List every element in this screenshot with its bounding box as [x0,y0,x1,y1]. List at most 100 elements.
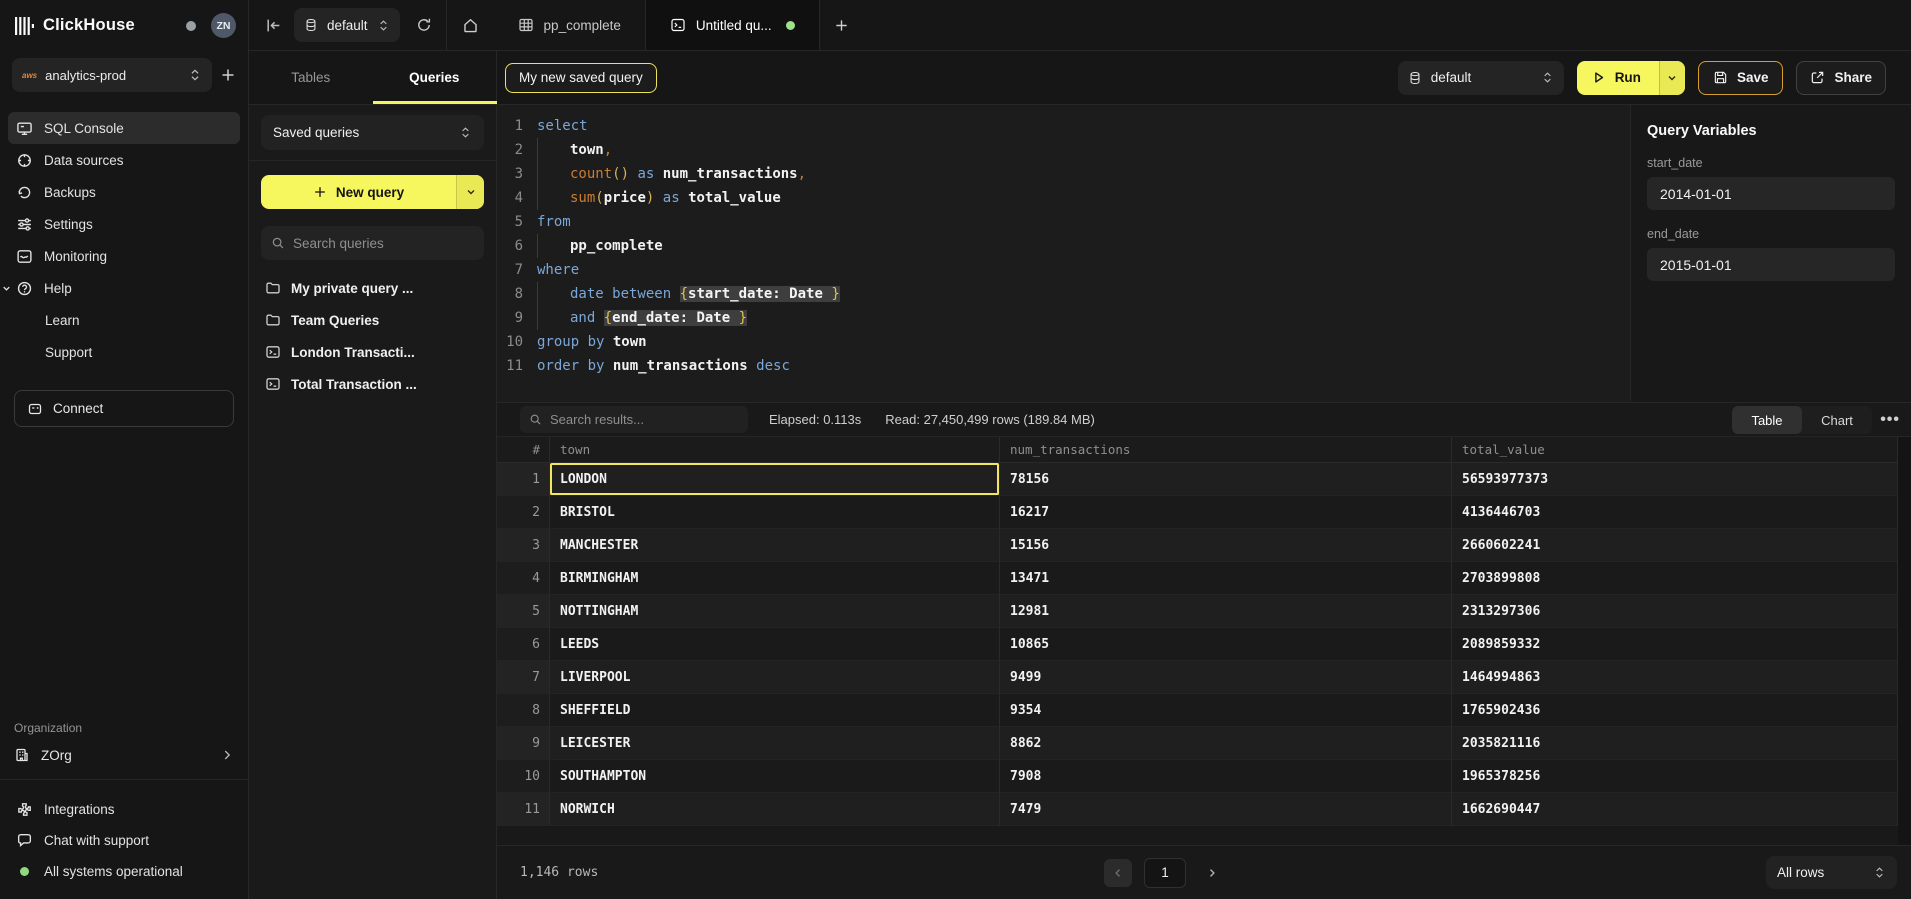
table-cell[interactable]: 56593977373 [1452,463,1898,496]
refresh-icon[interactable] [416,17,432,33]
sidebar-item-help[interactable]: Help [8,272,240,304]
sidebar-item-chat-with-support[interactable]: Chat with support [8,825,240,856]
table-cell[interactable]: 9499 [1000,661,1452,694]
page-size-selector[interactable]: All rows [1766,856,1897,889]
run-options-caret[interactable] [1659,61,1685,95]
table-cell[interactable]: 4 [497,562,550,595]
table-cell[interactable]: LEEDS [550,628,1000,661]
connect-button[interactable]: Connect [14,390,234,427]
table-cell[interactable]: SOUTHAMPTON [550,760,1000,793]
code-line: 4 sum(price) as total_value [497,186,1630,210]
table-cell[interactable]: 9 [497,727,550,760]
table-cell[interactable]: 12981 [1000,595,1452,628]
table-cell[interactable]: 11 [497,793,550,826]
sidebar-item-sql-console[interactable]: SQL Console [8,112,240,144]
organization-name: ZOrg [41,748,72,763]
table-cell[interactable]: 7479 [1000,793,1452,826]
code-line: 10 group by town [497,330,1630,354]
table-cell[interactable]: 5 [497,595,550,628]
table-cell[interactable]: 8862 [1000,727,1452,760]
tab-pp-complete[interactable]: pp_complete [494,0,645,50]
sql-editor[interactable]: 1 select 2 town, 3 count() as num_transa… [497,105,1630,402]
table-cell[interactable]: 6 [497,628,550,661]
table-cell[interactable]: SHEFFIELD [550,694,1000,727]
new-query-options-caret[interactable] [456,175,484,209]
share-button[interactable]: Share [1796,61,1886,95]
sidebar-item-data-sources[interactable]: Data sources [8,144,240,176]
table-cell[interactable]: LIVERPOOL [550,661,1000,694]
sidebar-item-integrations[interactable]: Integrations [8,794,240,825]
table-cell[interactable]: 78156 [1000,463,1452,496]
table-cell[interactable]: 10 [497,760,550,793]
sidebar-item-support[interactable]: Support [8,336,240,368]
table-cell[interactable]: 3 [497,529,550,562]
table-cell[interactable]: 15156 [1000,529,1452,562]
sidebar-item-monitoring[interactable]: Monitoring [8,240,240,272]
saved-query-item[interactable]: London Transacti... [257,336,488,368]
previous-page-button[interactable] [1104,859,1132,887]
table-cell[interactable]: 7908 [1000,760,1452,793]
table-cell[interactable]: 16217 [1000,496,1452,529]
table-cell[interactable]: 7 [497,661,550,694]
service-selector[interactable]: aws analytics-prod [12,58,212,92]
next-page-button[interactable] [1198,859,1226,887]
table-cell[interactable]: 2089859332 [1452,628,1898,661]
table-cell[interactable]: MANCHESTER [550,529,1000,562]
saved-query-item[interactable]: Team Queries [257,304,488,336]
sidebar-nav: SQL Console Data sources Backups Setting… [0,102,248,368]
view-chart-button[interactable]: Chart [1802,406,1872,434]
add-service-button[interactable] [220,67,236,83]
table-cell[interactable]: 10865 [1000,628,1452,661]
new-tab-icon[interactable] [820,18,863,33]
database-selector[interactable]: default [294,8,400,42]
end-date-input[interactable] [1647,248,1895,281]
saved-query-item[interactable]: My private query ... [257,272,488,304]
table-cell[interactable]: 4136446703 [1452,496,1898,529]
new-query-button[interactable]: New query [261,175,456,209]
table-cell[interactable]: 8 [497,694,550,727]
organization-switcher[interactable]: ZOrg [0,743,248,779]
sidebar-item-settings[interactable]: Settings [8,208,240,240]
table-cell[interactable]: BRISTOL [550,496,1000,529]
table-cell[interactable]: 2035821116 [1452,727,1898,760]
save-button[interactable]: Save [1698,61,1784,95]
notification-dot[interactable] [186,21,196,31]
table-cell[interactable]: 1765902436 [1452,694,1898,727]
tab-queries[interactable]: Queries [373,51,497,104]
table-cell[interactable]: 1662690447 [1452,793,1898,826]
table-cell[interactable]: 2703899808 [1452,562,1898,595]
search-queries-input[interactable] [293,236,474,251]
home-icon[interactable] [447,17,494,34]
collapse-sidebar-icon[interactable] [249,17,294,34]
run-database-selector[interactable]: default [1398,61,1564,95]
table-cell[interactable]: BIRMINGHAM [550,562,1000,595]
current-page-indicator[interactable]: 1 [1144,858,1186,888]
tab-tables[interactable]: Tables [249,51,373,104]
table-cell[interactable]: LONDON [550,463,1000,496]
table-cell[interactable]: NORWICH [550,793,1000,826]
view-table-button[interactable]: Table [1732,406,1802,434]
sidebar-item-backups[interactable]: Backups [8,176,240,208]
results-more-icon[interactable]: ••• [1880,411,1900,429]
table-cell[interactable]: 9354 [1000,694,1452,727]
query-toolbar: Tables Queries My new saved query defaul… [249,51,1911,105]
table-cell[interactable]: 13471 [1000,562,1452,595]
table-cell[interactable]: 2660602241 [1452,529,1898,562]
table-cell[interactable]: 2313297306 [1452,595,1898,628]
table-cell[interactable]: NOTTINGHAM [550,595,1000,628]
saved-query-chip[interactable]: My new saved query [505,63,657,93]
table-cell[interactable]: 1464994863 [1452,661,1898,694]
tab-untitled-query[interactable]: Untitled qu... [646,0,819,50]
table-cell[interactable]: 1965378256 [1452,760,1898,793]
search-results-input[interactable] [550,412,739,427]
start-date-input[interactable] [1647,177,1895,210]
run-button[interactable]: Run [1577,61,1659,95]
table-cell[interactable]: 2 [497,496,550,529]
sidebar-item-learn[interactable]: Learn [8,304,240,336]
table-cell[interactable]: LEICESTER [550,727,1000,760]
saved-queries-filter[interactable]: Saved queries [261,115,484,150]
user-avatar[interactable]: ZN [211,13,236,38]
sidebar-item-system-status[interactable]: All systems operational [8,856,240,887]
saved-query-item[interactable]: Total Transaction ... [257,368,488,400]
table-cell[interactable]: 1 [497,463,550,496]
